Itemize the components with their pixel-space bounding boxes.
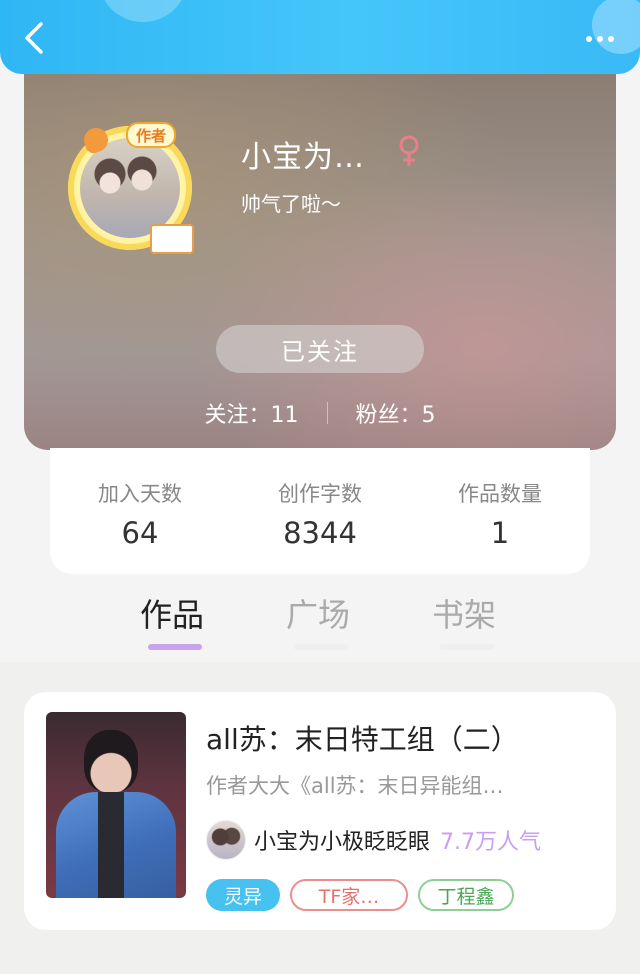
avatar[interactable]: 作者 (64, 114, 204, 254)
book-cover-image[interactable] (46, 712, 186, 898)
stat-label: 加入天数 (98, 482, 182, 506)
following-count[interactable]: 关注：11 (205, 397, 299, 429)
popularity-count: 7.7万人气 (440, 830, 542, 855)
decorative-bubble (100, 0, 186, 22)
stat-value: 8344 (283, 516, 357, 550)
chevron-left-icon (25, 22, 43, 54)
book-title[interactable]: all苏：末日特工组（二） (206, 718, 519, 758)
tag-genre[interactable]: 灵异 (206, 879, 280, 911)
top-nav-bar (0, 0, 640, 74)
back-button[interactable] (16, 18, 52, 58)
fans-count[interactable]: 粉丝：5 (356, 397, 436, 429)
stat-label: 作品数量 (458, 482, 542, 506)
author-avatar[interactable] (206, 820, 246, 860)
tab-works[interactable]: 作品 (140, 590, 204, 636)
profile-header-card: 作者 小宝为… 帅气了啦～ 已关注 关注：11 粉丝：5 (24, 74, 616, 450)
tab-active-indicator (148, 644, 202, 650)
tab-indicator (294, 644, 348, 650)
more-button[interactable] (580, 22, 620, 56)
tag-character[interactable]: 丁程鑫 (418, 879, 514, 911)
tab-bookshelf[interactable]: 书架 (432, 590, 496, 636)
stat-label: 创作字数 (278, 482, 362, 506)
tab-square[interactable]: 广场 (286, 590, 350, 636)
author-name[interactable]: 小宝为小极眨眨眼 (254, 824, 430, 856)
more-dots-icon (586, 36, 592, 42)
stat-works-count: 作品数量 1 (410, 448, 590, 574)
stat-word-count: 创作字数 8344 (230, 448, 410, 574)
work-card[interactable]: all苏：末日特工组（二） 作者大大《all苏：末日异能组… 小宝为小极眨眨眼 … (24, 692, 616, 930)
book-author-row: 小宝为小极眨眨眼 7.7万人气 (206, 818, 541, 862)
follow-stats: 关注：11 粉丝：5 (24, 396, 616, 430)
stat-value: 64 (121, 516, 159, 550)
tab-indicator (440, 644, 494, 650)
profile-tabs: 作品 广场 书架 (0, 580, 640, 660)
follow-button[interactable]: 已关注 (216, 325, 424, 373)
stat-join-days: 加入天数 64 (50, 448, 230, 574)
divider (326, 402, 328, 424)
tag-fandom[interactable]: TF家… (290, 879, 408, 911)
user-bio: 帅气了啦～ (241, 192, 341, 216)
book-icon (150, 224, 194, 254)
username: 小宝为… (241, 140, 365, 175)
stat-value: 1 (490, 516, 510, 550)
book-description: 作者大大《all苏：末日异能组… (206, 774, 504, 798)
book-tags: 灵异 TF家… 丁程鑫 (206, 879, 514, 911)
author-badge: 作者 (126, 122, 176, 148)
female-icon (399, 135, 419, 166)
author-stats-card: 加入天数 64 创作字数 8344 作品数量 1 (50, 448, 590, 574)
